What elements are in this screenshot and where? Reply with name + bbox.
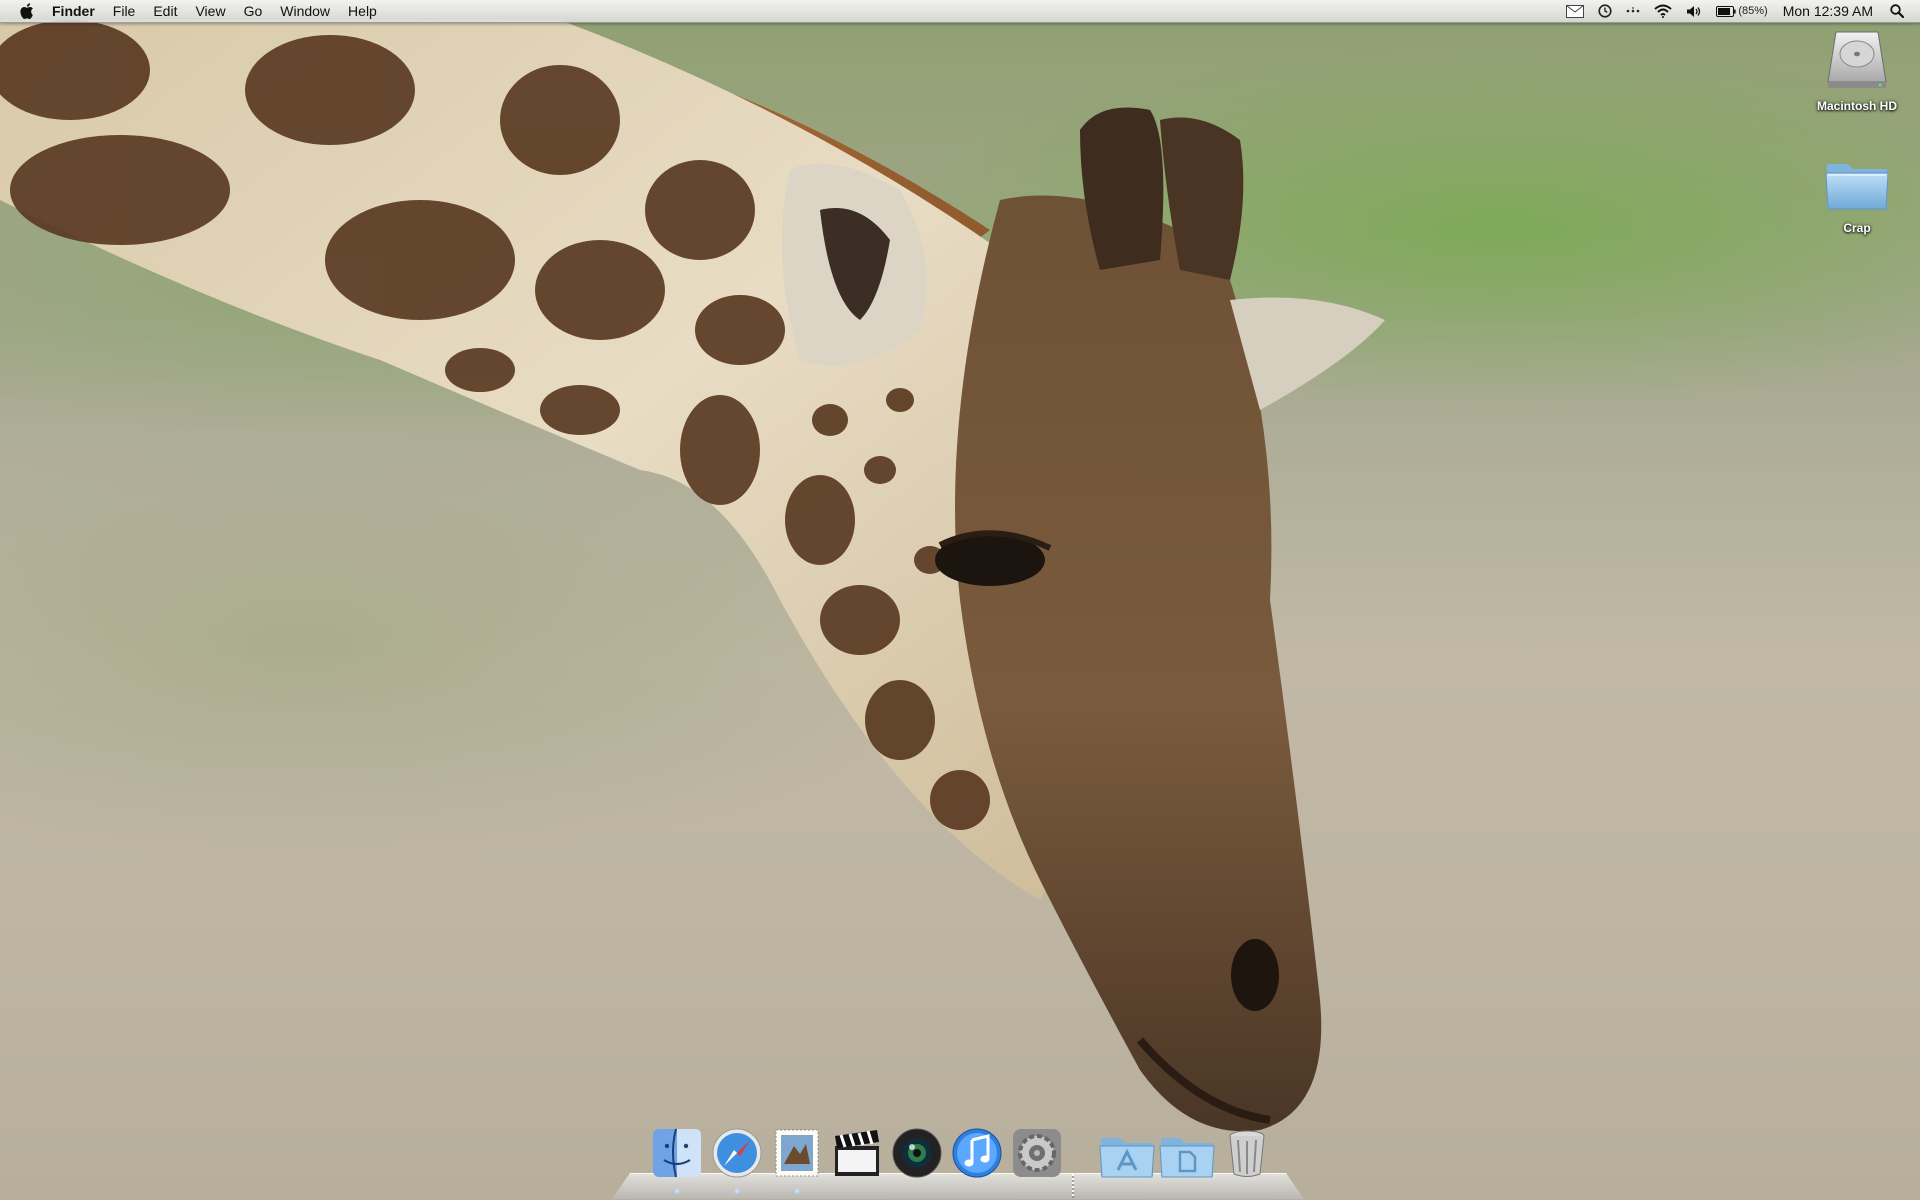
dock-separator: [1072, 1174, 1074, 1198]
menu-file[interactable]: File: [104, 0, 145, 22]
dock-running-indicator: [674, 1188, 680, 1194]
menu-edit[interactable]: Edit: [144, 0, 186, 22]
menu-bar-left: Finder File Edit View Go Window Help: [0, 0, 386, 22]
desktop-icon-label: Crap: [1843, 221, 1871, 235]
system-preferences-icon: [1013, 1129, 1061, 1177]
applications-folder-icon: [1099, 1138, 1155, 1178]
clapperboard-icon: [835, 1130, 879, 1176]
dock-documents-stack[interactable]: [1158, 1126, 1215, 1180]
menu-bar-status: (85%) Mon 12:39 AM: [1559, 0, 1920, 22]
documents-folder-icon: [1159, 1138, 1215, 1178]
dock: [612, 1120, 1304, 1200]
desktop-wallpaper: [0, 0, 1920, 1200]
desktop-icon-label: Macintosh HD: [1816, 99, 1897, 113]
bluetooth-icon[interactable]: [1619, 0, 1647, 22]
preview-icon: [775, 1129, 819, 1177]
envelope-icon: [1566, 4, 1585, 18]
magnifier-icon: [1890, 4, 1904, 18]
desktop-icon-crap-folder[interactable]: Crap: [1802, 158, 1912, 235]
speaker-icon: [1687, 5, 1701, 17]
dock-applications-stack[interactable]: [1098, 1126, 1155, 1180]
itunes-icon: [952, 1128, 1002, 1178]
wifi-icon[interactable]: [1647, 0, 1679, 22]
trash-icon: [1229, 1130, 1265, 1177]
safari-icon: [712, 1128, 762, 1178]
menu-clock[interactable]: Mon 12:39 AM: [1775, 0, 1883, 22]
dots-icon: [1627, 7, 1640, 13]
dock-final-cut[interactable]: [830, 1126, 884, 1180]
wifi-signal-icon: [1654, 4, 1673, 18]
giraffe-wallpaper-image: [0, 18, 1385, 1132]
battery-icon[interactable]: (85%): [1709, 0, 1774, 22]
menu-help[interactable]: Help: [339, 0, 386, 22]
time-machine-icon[interactable]: [1591, 0, 1619, 22]
dock-finder[interactable]: [650, 1126, 704, 1180]
menu-window[interactable]: Window: [271, 0, 339, 22]
menu-bar: Finder File Edit View Go Window Help (85…: [0, 0, 1920, 23]
spotlight-icon[interactable]: [1883, 0, 1920, 22]
finder-icon: [653, 1128, 701, 1178]
dock-itunes[interactable]: [950, 1126, 1004, 1180]
menu-go[interactable]: Go: [235, 0, 272, 22]
dock-running-indicator: [734, 1188, 740, 1194]
dock-trash[interactable]: [1220, 1126, 1274, 1180]
dock-preview[interactable]: [770, 1126, 824, 1180]
dock-photo-booth[interactable]: [890, 1126, 944, 1180]
apple-icon[interactable]: [16, 0, 38, 22]
dock-system-preferences[interactable]: [1010, 1126, 1064, 1180]
desktop-icon-macintosh-hd[interactable]: Macintosh HD: [1802, 30, 1912, 113]
menu-view[interactable]: View: [186, 0, 234, 22]
dock-running-indicator: [794, 1188, 800, 1194]
battery-level-icon: [1716, 5, 1736, 17]
battery-percent: (85%): [1738, 5, 1768, 17]
photo-booth-icon: [892, 1128, 942, 1178]
dock-safari[interactable]: [710, 1126, 764, 1180]
apple-logo-icon: [20, 3, 33, 19]
hard-drive-icon: [1827, 31, 1887, 88]
menu-app-finder[interactable]: Finder: [48, 0, 104, 22]
volume-icon[interactable]: [1679, 0, 1709, 22]
folder-icon: [1825, 164, 1889, 210]
mail-icon[interactable]: [1559, 0, 1591, 22]
clock-arrow-icon: [1598, 4, 1612, 18]
